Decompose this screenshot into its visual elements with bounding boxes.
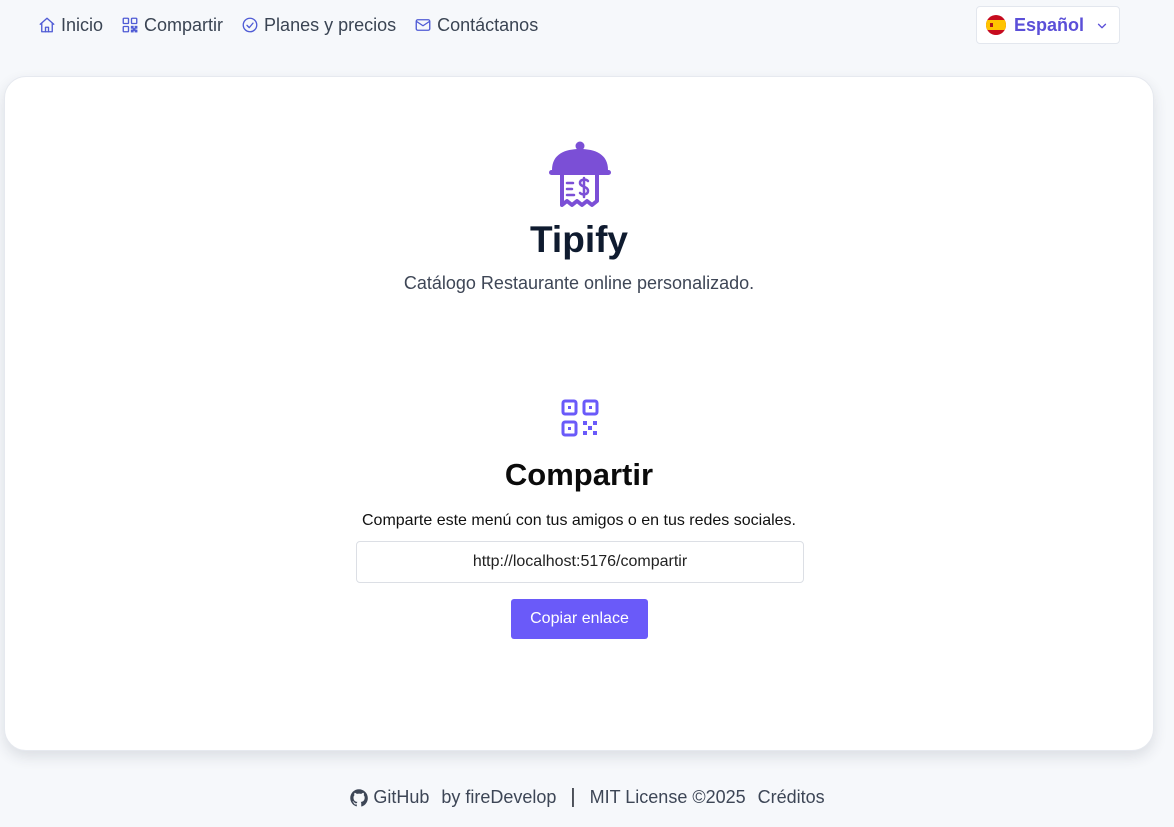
brand-tagline: Catálogo Restaurante online personalizad… — [403, 273, 755, 293]
github-icon — [350, 788, 369, 807]
top-navigation: Inicio Compartir Planes y precios Contác… — [38, 13, 556, 37]
check-circle-icon — [241, 16, 259, 34]
footer-separator: | — [570, 786, 576, 808]
share-url-input[interactable] — [356, 541, 804, 583]
qr-code-icon — [561, 399, 599, 437]
footer: GitHub by fireDevelop | MIT License ©202… — [0, 786, 1174, 809]
nav-label-compartir: Compartir — [144, 14, 224, 35]
copy-link-button[interactable]: Copiar enlace — [511, 599, 648, 639]
github-label: GitHub — [373, 787, 430, 807]
language-label: Español — [1014, 14, 1085, 35]
tipify-logo-icon — [549, 141, 611, 207]
share-description: Comparte este menú con tus amigos o en t… — [362, 512, 796, 529]
main-card: Tipify Catálogo Restaurante online perso… — [4, 76, 1154, 751]
github-link[interactable]: GitHub — [349, 787, 429, 808]
author-credit: by fireDevelop — [441, 787, 557, 807]
home-icon — [38, 16, 56, 34]
nav-item-compartir[interactable]: Compartir — [121, 15, 223, 36]
language-selector[interactable]: Español — [976, 6, 1120, 44]
nav-label-contacto: Contáctanos — [437, 14, 539, 35]
nav-label-inicio: Inicio — [61, 14, 104, 35]
mail-icon — [414, 16, 432, 34]
chevron-down-icon — [1097, 23, 1107, 29]
nav-item-contacto[interactable]: Contáctanos — [414, 15, 538, 36]
nav-item-inicio[interactable]: Inicio — [38, 15, 103, 36]
license-text: MIT License ©2025 — [589, 787, 746, 807]
qr-code-icon — [121, 16, 139, 34]
nav-item-planes[interactable]: Planes y precios — [241, 15, 396, 36]
brand-title: Tipify — [530, 219, 628, 260]
nav-label-planes: Planes y precios — [264, 14, 397, 35]
credits-link[interactable]: Créditos — [758, 787, 825, 808]
spain-flag-icon — [986, 15, 1006, 35]
share-title: Compartir — [504, 457, 654, 492]
